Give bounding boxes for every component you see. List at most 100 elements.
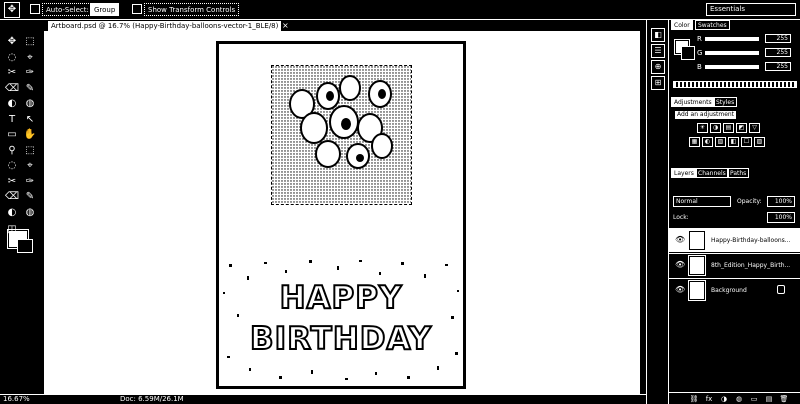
layer-thumbnail	[688, 280, 706, 301]
properties-icon[interactable]: ☰	[651, 44, 665, 58]
tool-icon[interactable]: ✑	[22, 175, 38, 189]
visibility-eye-icon[interactable]: 👁	[675, 235, 685, 245]
close-icon[interactable]: ×	[282, 21, 289, 31]
green-track[interactable]	[705, 51, 759, 55]
fill-input[interactable]: 100%	[767, 212, 795, 223]
layer-row[interactable]: 👁 8th_Edition_Happy_Birth...	[669, 253, 800, 277]
tool-icon[interactable]: ◌	[4, 51, 20, 65]
tab-color[interactable]: Color	[671, 20, 693, 30]
background-color-swatch[interactable]	[17, 239, 33, 253]
adjustment-icon[interactable]: ▽	[749, 123, 760, 133]
red-slider[interactable]: R 255	[697, 34, 797, 44]
visibility-eye-icon[interactable]: 👁	[675, 285, 685, 295]
color-spectrum[interactable]	[673, 81, 797, 88]
layers-footer-icon[interactable]: ⛓	[689, 394, 699, 404]
green-value[interactable]: 255	[765, 48, 791, 57]
balloons-image	[271, 65, 412, 205]
history-icon[interactable]: ◧	[651, 28, 665, 42]
adjustment-icon[interactable]: ◑	[710, 123, 721, 133]
adjustment-icon[interactable]: ▧	[715, 137, 726, 147]
green-slider[interactable]: G 255	[697, 48, 797, 58]
layer-name[interactable]: 8th_Edition_Happy_Birth...	[711, 261, 790, 270]
workspace-switcher[interactable]: Essentials	[706, 3, 796, 16]
layer-thumbnail	[688, 230, 706, 251]
adjustment-icon[interactable]: ◩	[736, 123, 747, 133]
tool-icon[interactable]: ⚲	[4, 144, 20, 158]
adjustment-icon[interactable]: ▨	[754, 137, 765, 147]
quick-mask-icon[interactable]: ◫	[4, 223, 20, 237]
tab-paths[interactable]: Paths	[727, 168, 750, 178]
tool-icon[interactable]: ✂	[4, 66, 20, 80]
tool-icon[interactable]: ⌖	[22, 51, 38, 65]
document-tab[interactable]: Artboard.psd @ 16.7% (Happy-Birthday-bal…	[48, 21, 282, 31]
tool-icon[interactable]: ⌫	[4, 82, 20, 96]
layers-footer-icon[interactable]: ▭	[749, 394, 759, 404]
tool-icon[interactable]: ▭	[4, 128, 20, 142]
tool-icon[interactable]: ✎	[22, 190, 38, 204]
opacity-input[interactable]: 100%	[767, 196, 795, 207]
layers-footer-icon[interactable]: ▤	[764, 394, 774, 404]
artboard[interactable]: HAPPY BIRTHDAY	[216, 41, 466, 389]
adjustment-icon[interactable]: ☀	[697, 123, 708, 133]
layers-footer-icon[interactable]: fx	[704, 394, 714, 404]
tool-icon[interactable]: ✑	[22, 66, 38, 80]
layers-footer-icon[interactable]: 🗑	[779, 394, 789, 404]
adjustment-icon[interactable]: ◐	[702, 137, 713, 147]
lock-icon	[777, 285, 785, 294]
adjustments-panel: Add an adjustment ☀ ◑ ▤ ◩ ▽ ▦ ◐ ▧ ◧ ☐ ▨	[669, 97, 800, 167]
tool-icon[interactable]: ✋	[22, 128, 38, 142]
canvas-area[interactable]: HAPPY BIRTHDAY	[44, 32, 640, 394]
adjustment-icon[interactable]: ◧	[728, 137, 739, 147]
tool-icon[interactable]: ◐	[4, 97, 20, 111]
layers-footer-icon[interactable]: ◑	[719, 394, 729, 404]
tool-icon[interactable]: ⌫	[4, 190, 20, 204]
tool-icon[interactable]: ◍	[22, 206, 38, 220]
tool-icon[interactable]: ✂	[4, 175, 20, 189]
tool-icon[interactable]: ✥	[4, 35, 20, 49]
show-transform-checkbox[interactable]	[132, 4, 142, 14]
tool-icon[interactable]: ◐	[4, 206, 20, 220]
blue-track[interactable]	[705, 65, 759, 69]
zoom-level[interactable]: 16.67%	[3, 395, 30, 404]
layer-name[interactable]: Background	[711, 286, 747, 295]
adjustment-icon[interactable]: ☐	[741, 137, 752, 147]
navigator-icon[interactable]: ⊕	[651, 60, 665, 74]
auto-select-dropdown[interactable]: Group	[90, 3, 120, 16]
tool-icon[interactable]: ⌖	[22, 159, 38, 173]
blend-mode-select[interactable]: Normal	[673, 196, 731, 207]
birthday-text: BIRTHDAY	[249, 320, 432, 358]
move-tool-icon[interactable]: ✥	[4, 2, 20, 18]
green-label: G	[697, 49, 703, 57]
red-track[interactable]	[705, 37, 759, 41]
tool-icon[interactable]: ⬚	[22, 144, 38, 158]
tool-icon[interactable]: ◌	[4, 159, 20, 173]
tool-icon[interactable]: T	[4, 113, 20, 127]
red-label: R	[697, 35, 702, 43]
auto-select-checkbox[interactable]	[30, 4, 40, 14]
layer-name[interactable]: Happy-Birthday-balloons...	[711, 236, 791, 245]
layers-footer-icon[interactable]: ◍	[734, 394, 744, 404]
tab-swatches[interactable]: Swatches	[695, 20, 730, 30]
tool-icon[interactable]: ⬚	[22, 35, 38, 49]
visibility-eye-icon[interactable]: 👁	[675, 260, 685, 270]
adjustment-icon[interactable]: ▦	[689, 137, 700, 147]
red-value[interactable]: 255	[765, 34, 791, 43]
panel-background-swatch[interactable]	[681, 46, 695, 60]
adjustment-icon[interactable]: ▤	[723, 123, 734, 133]
blue-value[interactable]: 255	[765, 62, 791, 71]
toolbox: ◫ ✥ ⬚ ◌ ⌖ ✂ ✑ ⌫ ✎ ◐ ◍ T ↖ ▭ ✋ ⚲ ⬚ ◌ ⌖ ✂ ✑ ⌫ ✎ ◐ ◍	[0, 33, 44, 393]
tool-icon[interactable]: ◍	[22, 97, 38, 111]
tool-icon[interactable]: ✎	[22, 82, 38, 96]
tool-icon[interactable]: ↖	[22, 113, 38, 127]
layer-row[interactable]: 👁 Background	[669, 278, 800, 302]
color-panel-tabs: Color Swatches	[669, 20, 800, 30]
tab-layers[interactable]: Layers	[671, 168, 697, 178]
lock-label: Lock:	[673, 214, 689, 221]
tab-channels[interactable]: Channels	[695, 168, 729, 178]
layers-panel-tabs: Layers Channels Paths	[669, 168, 800, 178]
blue-slider[interactable]: B 255	[697, 62, 797, 72]
layer-row[interactable]: 👁 Happy-Birthday-balloons...	[669, 228, 800, 252]
layers-panel: Layers Channels Paths Normal Opacity: 10…	[669, 168, 800, 404]
info-icon[interactable]: ⊞	[651, 76, 665, 90]
color-panel: R 255 G 255 B 255	[669, 30, 800, 90]
